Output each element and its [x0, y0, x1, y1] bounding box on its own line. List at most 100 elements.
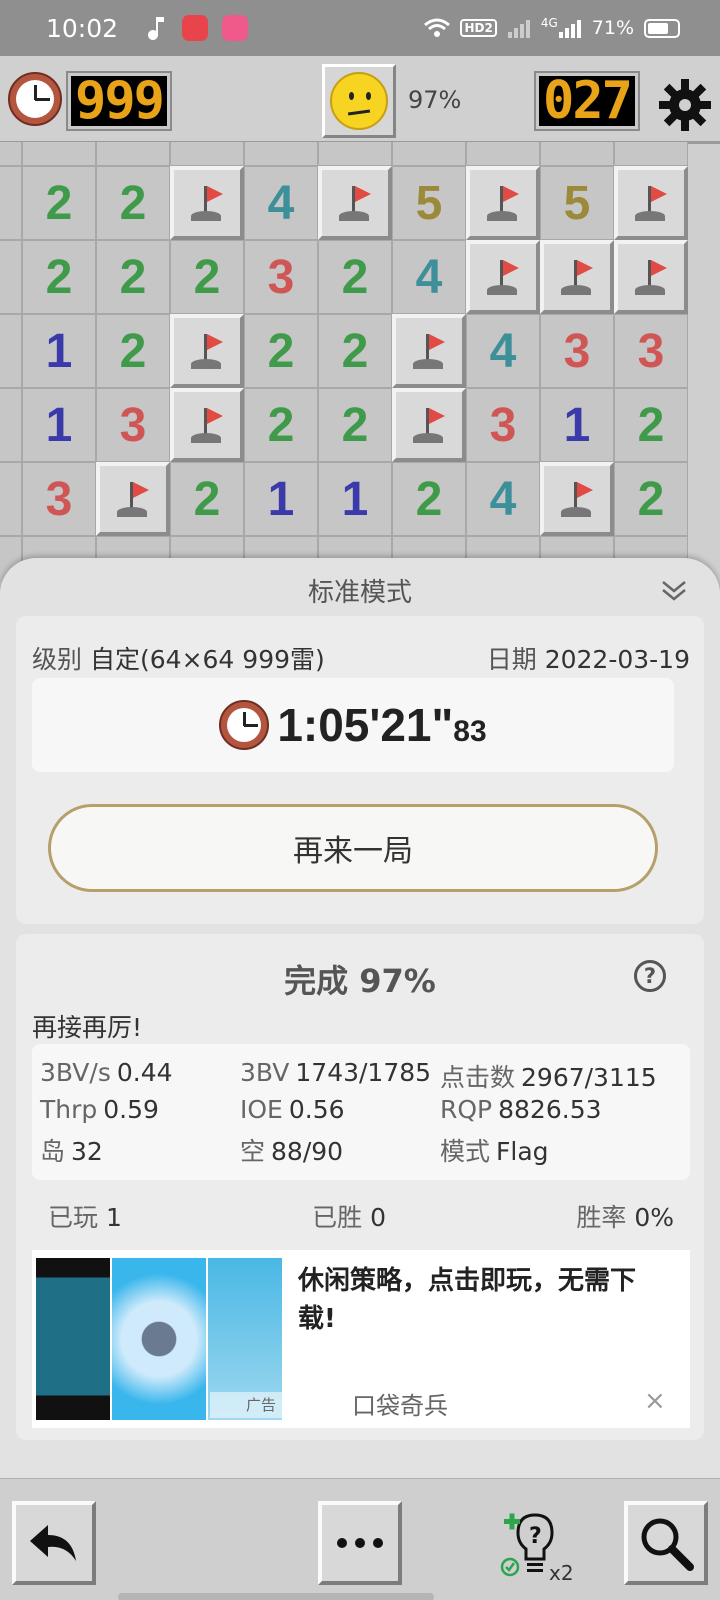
play-again-button[interactable]: 再来一局 — [48, 804, 658, 892]
board-cell[interactable]: 5 — [392, 166, 466, 240]
board-cell[interactable]: 4 — [466, 462, 540, 536]
board-cell[interactable] — [0, 388, 22, 462]
board-cell[interactable]: 2 — [22, 166, 96, 240]
board-cell[interactable]: 2 — [244, 314, 318, 388]
board-cell[interactable]: 3 — [614, 314, 688, 388]
cell-number: 2 — [119, 324, 147, 378]
board-cell[interactable]: 3 — [96, 388, 170, 462]
cell-number: 2 — [193, 472, 221, 526]
board-cell[interactable]: 2 — [96, 314, 170, 388]
help-icon[interactable]: ? — [634, 960, 666, 992]
minefield-board[interactable]: 22455222324122243313223123211242 — [0, 142, 720, 582]
board-cell[interactable] — [244, 142, 318, 166]
played-stat: 已玩 1 — [48, 1198, 122, 1234]
board-cell[interactable]: 2 — [614, 462, 688, 536]
flag-icon — [631, 254, 671, 300]
board-cell[interactable]: 2 — [22, 240, 96, 314]
flagged-cell[interactable] — [540, 240, 614, 314]
board-cell[interactable]: 3 — [540, 314, 614, 388]
cell-number: 5 — [563, 176, 591, 230]
stat-item: 3BV/s 0.44 — [40, 1058, 173, 1087]
flagged-cell[interactable] — [392, 388, 466, 462]
board-cell[interactable]: 2 — [318, 388, 392, 462]
record-row: 已玩 1 已胜 0 胜率 0% — [32, 1198, 674, 1234]
stat-item: RQP 8826.53 — [440, 1095, 602, 1124]
encourage-text: 再接再厉! — [32, 1013, 143, 1042]
board-cell[interactable]: 4 — [466, 314, 540, 388]
board-cell[interactable]: 2 — [96, 240, 170, 314]
board-cell[interactable] — [170, 142, 244, 166]
zoom-search-button[interactable] — [624, 1501, 708, 1585]
neutral-face-icon — [330, 72, 388, 130]
board-cell[interactable]: 5 — [540, 166, 614, 240]
stats-grid: 3BV/s 0.44 3BV 1743/1785 点击数 2967/3115 Thrp 0.5… — [32, 1044, 690, 1180]
flagged-cell[interactable] — [170, 314, 244, 388]
flag-icon — [187, 328, 227, 374]
board-cell[interactable] — [318, 142, 392, 166]
stat-value: 0.44 — [116, 1058, 173, 1087]
flagged-cell[interactable] — [466, 240, 540, 314]
board-cell[interactable] — [96, 142, 170, 166]
cell-number: 4 — [415, 250, 443, 304]
board-cell[interactable] — [0, 314, 22, 388]
flagged-cell[interactable] — [466, 166, 540, 240]
board-cell[interactable]: 2 — [614, 388, 688, 462]
board-cell[interactable]: 2 — [392, 462, 466, 536]
level-info: 级别 自定(64×64 999雷) — [32, 640, 325, 676]
board-cell[interactable]: 1 — [22, 388, 96, 462]
board-cell[interactable] — [0, 240, 22, 314]
flagged-cell[interactable] — [170, 388, 244, 462]
board-cell[interactable]: 1 — [22, 314, 96, 388]
ad-close-icon[interactable]: × — [644, 1386, 666, 1416]
stat-value: 0.56 — [288, 1095, 345, 1124]
more-menu-button[interactable] — [318, 1501, 402, 1585]
flagged-cell[interactable] — [170, 166, 244, 240]
board-cell[interactable]: 2 — [318, 240, 392, 314]
flag-icon — [335, 180, 375, 226]
board-cell[interactable]: 4 — [392, 240, 466, 314]
board-cell[interactable]: 2 — [170, 240, 244, 314]
board-cell[interactable] — [22, 142, 96, 166]
collapse-chevron-icon[interactable] — [660, 576, 688, 604]
board-cell[interactable]: 1 — [244, 462, 318, 536]
board-cell[interactable]: 2 — [318, 314, 392, 388]
board-cell[interactable] — [614, 142, 688, 166]
stat-key: Thrp — [40, 1095, 98, 1124]
result-card: 级别 自定(64×64 999雷) 日期 2022-03-19 1:05'21" 8… — [16, 616, 704, 924]
undo-button[interactable] — [12, 1501, 96, 1585]
flagged-cell[interactable] — [96, 462, 170, 536]
reset-face-button[interactable] — [322, 64, 396, 138]
board-cell[interactable] — [540, 142, 614, 166]
network-type: 4G — [540, 16, 558, 30]
ad-banner[interactable]: 广告 休闲策略，点击即玩，无需下载! 口袋奇兵 × — [32, 1250, 690, 1428]
board-cell[interactable]: 3 — [22, 462, 96, 536]
board-cell[interactable]: 2 — [244, 388, 318, 462]
flagged-cell[interactable] — [318, 166, 392, 240]
board-cell[interactable]: 2 — [170, 462, 244, 536]
flagged-cell[interactable] — [540, 462, 614, 536]
board-cell[interactable]: 3 — [244, 240, 318, 314]
home-indicator[interactable] — [118, 1593, 434, 1600]
board-cell[interactable]: 1 — [540, 388, 614, 462]
board-cell[interactable] — [0, 142, 22, 166]
board-cell[interactable] — [466, 142, 540, 166]
board-cell[interactable]: 1 — [318, 462, 392, 536]
board-cell[interactable]: 3 — [466, 388, 540, 462]
flag-icon — [113, 476, 153, 522]
signal-icon — [558, 20, 581, 38]
flagged-cell[interactable] — [392, 314, 466, 388]
stat-item: 模式 Flag — [440, 1132, 549, 1168]
board-cell[interactable]: 4 — [244, 166, 318, 240]
date-info: 日期 2022-03-19 — [487, 640, 690, 676]
date-value: 2022-03-19 — [544, 645, 690, 674]
board-cell[interactable] — [392, 142, 466, 166]
settings-gear-icon[interactable] — [658, 78, 712, 132]
flagged-cell[interactable] — [614, 166, 688, 240]
win-rate-value: 0% — [634, 1203, 674, 1232]
flagged-cell[interactable] — [614, 240, 688, 314]
board-cell[interactable] — [0, 166, 22, 240]
board-cell[interactable]: 2 — [96, 166, 170, 240]
signal-empty-icon — [507, 20, 530, 38]
board-cell[interactable] — [0, 462, 22, 536]
cell-number: 1 — [45, 398, 73, 452]
